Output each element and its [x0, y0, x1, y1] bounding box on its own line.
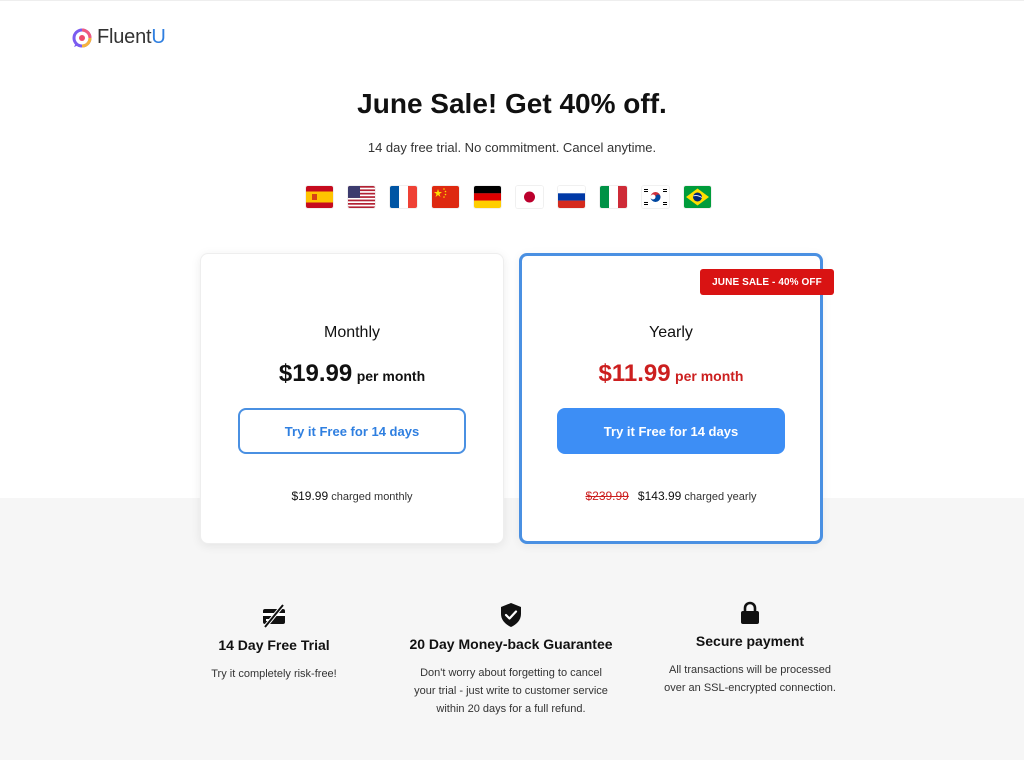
billing-note: $19.99 charged monthly — [201, 489, 503, 503]
page-subtitle: 14 day free trial. No commitment. Cancel… — [367, 140, 657, 155]
price-period: per month — [356, 368, 426, 384]
plan-name: Monthly — [323, 324, 381, 341]
price-row: $19.99 per month — [201, 360, 503, 388]
lock-icon — [741, 601, 759, 624]
feature-money-back: 20 Day Money-back Guarantee Don't worry … — [396, 602, 626, 718]
charge-amount: $19.99 — [291, 489, 329, 503]
usa-flag[interactable] — [348, 186, 375, 208]
price-row: $11.99 per month — [522, 360, 820, 388]
japan-flag[interactable] — [516, 186, 543, 208]
fluentu-logo[interactable]: FluentU — [71, 26, 166, 49]
feature-description: Try it completely risk-free! — [211, 668, 337, 680]
feature-title: 14 Day Free Trial — [218, 637, 330, 653]
plan-price: $11.99 — [598, 360, 671, 387]
yearly-free-trial-button[interactable]: Try it Free for 14 days — [557, 408, 785, 454]
language-flags — [306, 186, 711, 208]
plan-price: $19.99 — [278, 360, 353, 387]
feature-title: 20 Day Money-back Guarantee — [409, 636, 613, 652]
korea-flag[interactable] — [642, 186, 669, 208]
feature-description: Don't worry about forgetting to cancel y… — [414, 667, 608, 715]
china-flag[interactable] — [432, 186, 459, 208]
plan-name: Yearly — [649, 324, 693, 341]
feature-description: All transactions will be processed over … — [664, 664, 836, 694]
monthly-plan-card: Monthly $19.99 per month Try it Free for… — [200, 253, 504, 544]
shield-check-icon — [501, 603, 521, 627]
price-period: per month — [675, 368, 744, 384]
hero-background — [0, 0, 1024, 498]
spain-flag[interactable] — [306, 186, 333, 208]
germany-flag[interactable] — [474, 186, 501, 208]
feature-secure-payment: Secure payment All transactions will be … — [650, 601, 850, 697]
billing-note: $239.99 $143.99 charged yearly — [522, 489, 820, 503]
charge-amount: $143.99 — [637, 489, 682, 503]
feature-title: Secure payment — [695, 633, 805, 649]
fluentu-logo-icon — [72, 28, 92, 47]
brazil-flag[interactable] — [684, 186, 711, 208]
france-flag[interactable] — [390, 186, 417, 208]
charge-text: charged yearly — [684, 491, 757, 503]
feature-free-trial: 14 Day Free Trial Try it completely risk… — [174, 603, 374, 683]
charge-text: charged monthly — [331, 491, 413, 503]
yearly-plan-card: Yearly $11.99 per month Try it Free for … — [519, 253, 823, 544]
original-price: $239.99 — [585, 489, 629, 503]
italy-flag[interactable] — [600, 186, 627, 208]
no-card-icon — [263, 603, 285, 629]
sale-badge: JUNE SALE - 40% OFF — [700, 269, 834, 295]
page-title: June Sale! Get 40% off. — [357, 88, 667, 119]
logo-text: FluentU — [97, 26, 166, 48]
russia-flag[interactable] — [558, 186, 585, 208]
monthly-free-trial-button[interactable]: Try it Free for 14 days — [238, 408, 466, 454]
